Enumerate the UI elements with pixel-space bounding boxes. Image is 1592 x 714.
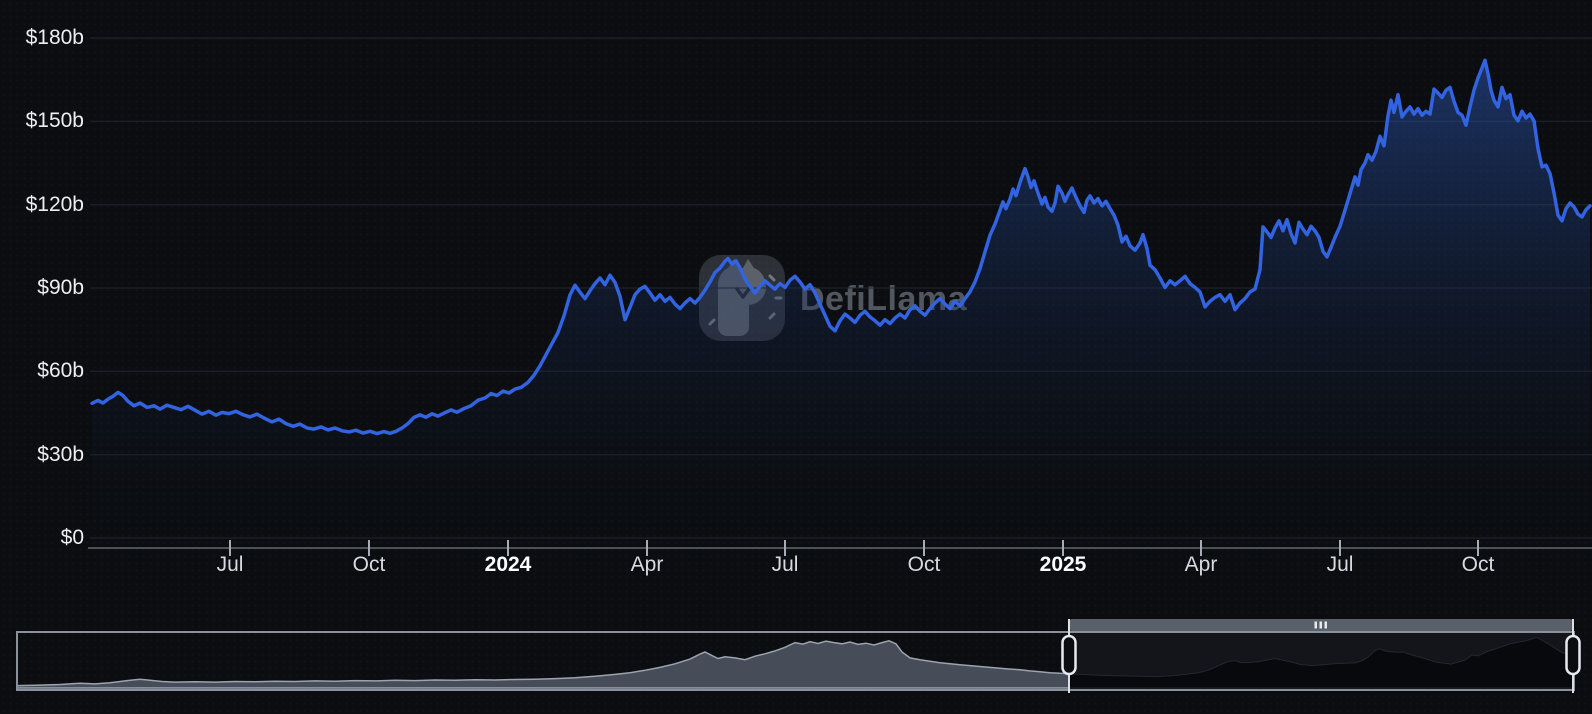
y-axis-label: $90b: [0, 275, 84, 301]
x-axis-label: Oct: [1430, 552, 1526, 578]
tvl-chart-page: DefiLlama $180b$150b$120b$90b$60b$30b$0 …: [0, 0, 1592, 714]
drag-grip-icon: [1315, 622, 1328, 629]
x-axis-label: 2024: [460, 552, 556, 578]
x-axis-label: Oct: [876, 552, 972, 578]
x-axis-label: Apr: [1153, 552, 1249, 578]
tvl-area-fill: [92, 60, 1590, 540]
y-axis-label: $150b: [0, 108, 84, 134]
x-axis-label: 2025: [1015, 552, 1111, 578]
y-axis-label: $60b: [0, 358, 84, 384]
y-axis-label: $120b: [0, 192, 84, 218]
main-chart[interactable]: [0, 0, 1592, 600]
y-axis-label: $180b: [0, 25, 84, 51]
navigator-drag-bar[interactable]: [1069, 619, 1573, 631]
x-axis-label: Oct: [321, 552, 417, 578]
navigator[interactable]: [0, 600, 1592, 714]
x-axis-label: Apr: [599, 552, 695, 578]
x-axis-label: Jul: [182, 552, 278, 578]
x-axis-label: Jul: [737, 552, 833, 578]
x-axis-label: Jul: [1292, 552, 1388, 578]
y-axis-label: $30b: [0, 442, 84, 468]
y-axis-label: $0: [0, 525, 84, 551]
